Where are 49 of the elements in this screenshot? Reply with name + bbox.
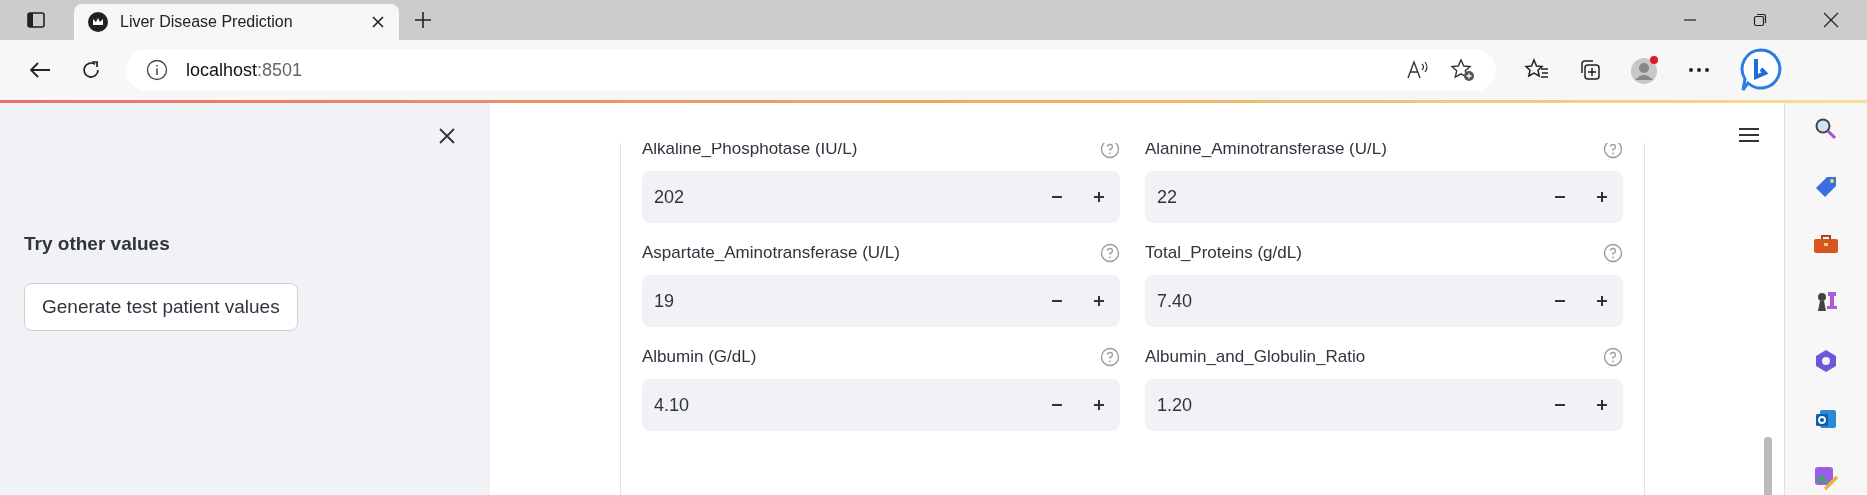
close-window-icon[interactable] [1823, 12, 1839, 28]
profile-icon[interactable] [1630, 55, 1660, 85]
toolbox-icon[interactable] [1813, 233, 1839, 255]
help-icon[interactable] [1603, 243, 1623, 263]
chat-icon[interactable] [1738, 47, 1784, 93]
info-icon [146, 59, 168, 81]
crown-icon [88, 12, 108, 32]
plus-icon[interactable] [1092, 294, 1106, 308]
number-input[interactable]: 19 [642, 275, 1120, 327]
field-label: Albumin_and_Globulin_Ratio [1145, 347, 1366, 367]
collections-icon[interactable] [1578, 58, 1602, 82]
scrollbar-thumb[interactable] [1764, 437, 1772, 495]
plus-icon[interactable] [1595, 294, 1609, 308]
help-icon[interactable] [1100, 243, 1120, 263]
number-input[interactable]: 4.10 [642, 379, 1120, 431]
number-input[interactable]: 7.40 [1145, 275, 1623, 327]
mail-app-icon[interactable] [1814, 407, 1838, 431]
help-icon[interactable] [1603, 347, 1623, 367]
sidebar-heading: Try other values [24, 233, 171, 255]
image-edit-icon[interactable] [1813, 465, 1839, 491]
help-icon[interactable] [1100, 143, 1120, 159]
new-tab-icon[interactable] [413, 10, 433, 30]
number-input[interactable]: 202 [642, 171, 1120, 223]
back-icon[interactable] [28, 60, 52, 80]
field-label: Aspartate_Aminotransferase (U/L) [642, 243, 900, 263]
restore-icon[interactable] [1753, 13, 1767, 27]
plus-icon[interactable] [1595, 398, 1609, 412]
browser-tab[interactable]: Liver Disease Prediction [74, 4, 399, 40]
close-icon[interactable] [438, 127, 456, 145]
help-icon[interactable] [1100, 347, 1120, 367]
more-icon[interactable] [1688, 67, 1710, 73]
close-tab-icon[interactable] [371, 15, 385, 29]
number-input[interactable]: 1.20 [1145, 379, 1623, 431]
number-input[interactable]: 22 [1145, 171, 1623, 223]
plus-icon[interactable] [1092, 398, 1106, 412]
field-label: Total_Proteins (g/dL) [1145, 243, 1302, 263]
ring-logo-icon[interactable] [1814, 349, 1838, 373]
address-field[interactable]: localhost:8501 [126, 49, 1496, 91]
search-icon[interactable] [1814, 117, 1838, 141]
add-favorite-icon[interactable] [1450, 58, 1476, 82]
tab-actions-icon[interactable] [26, 10, 46, 30]
menu-icon[interactable] [1738, 127, 1760, 143]
field-label: Albumin (G/dL) [642, 347, 757, 367]
plus-icon[interactable] [1595, 190, 1609, 204]
tag-icon[interactable] [1814, 175, 1838, 199]
help-icon[interactable] [1603, 143, 1623, 159]
plus-icon[interactable] [1092, 190, 1106, 204]
reload-icon[interactable] [80, 59, 102, 81]
generate-button[interactable]: Generate test patient values [24, 283, 298, 331]
